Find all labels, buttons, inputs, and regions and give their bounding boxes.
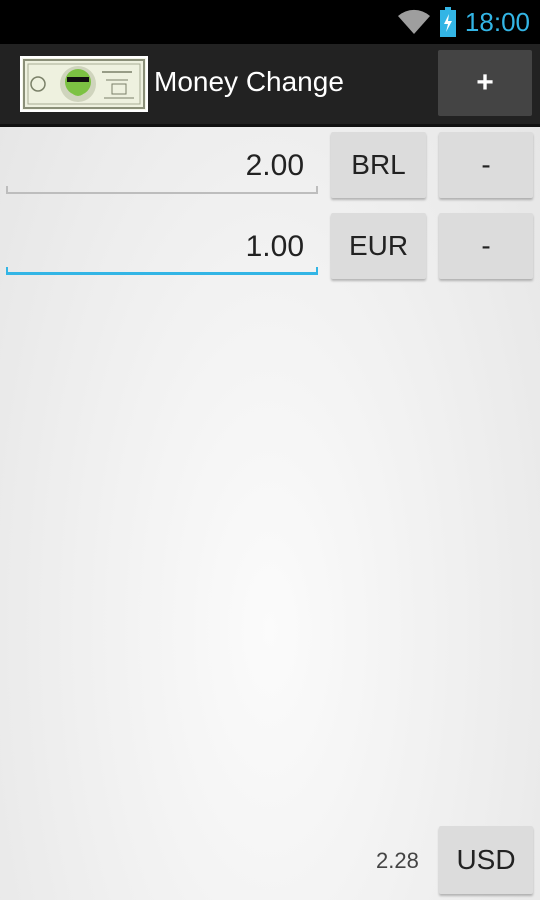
action-bar: Money Change + <box>0 44 540 127</box>
input-underline <box>6 186 318 194</box>
base-currency-button[interactable]: USD <box>439 826 533 894</box>
currency-row-eur: 1.00 EUR - <box>0 213 540 293</box>
app-title: Money Change <box>154 66 344 97</box>
currency-row-brl: 2.00 BRL - <box>0 132 540 212</box>
input-underline-focused <box>6 267 318 275</box>
add-currency-button[interactable]: + <box>438 50 532 116</box>
wifi-icon <box>397 9 430 34</box>
converted-result: 2.28 <box>376 848 419 873</box>
currency-button-brl[interactable]: BRL <box>331 132 426 198</box>
status-icons: 18:00 <box>397 6 530 38</box>
remove-button-brl[interactable]: - <box>439 132 533 198</box>
clock: 18:00 <box>464 6 530 37</box>
app-logo-icon <box>20 56 148 112</box>
currency-button-eur[interactable]: EUR <box>331 213 426 279</box>
amount-value: 2.00 <box>245 149 304 182</box>
amount-input-brl[interactable]: 2.00 <box>6 140 318 194</box>
amount-value: 1.00 <box>245 230 304 263</box>
status-bar: 18:00 <box>0 0 540 44</box>
battery-charging-icon <box>439 7 456 37</box>
amount-input-eur[interactable]: 1.00 <box>6 221 318 275</box>
remove-button-eur[interactable]: - <box>439 213 533 279</box>
